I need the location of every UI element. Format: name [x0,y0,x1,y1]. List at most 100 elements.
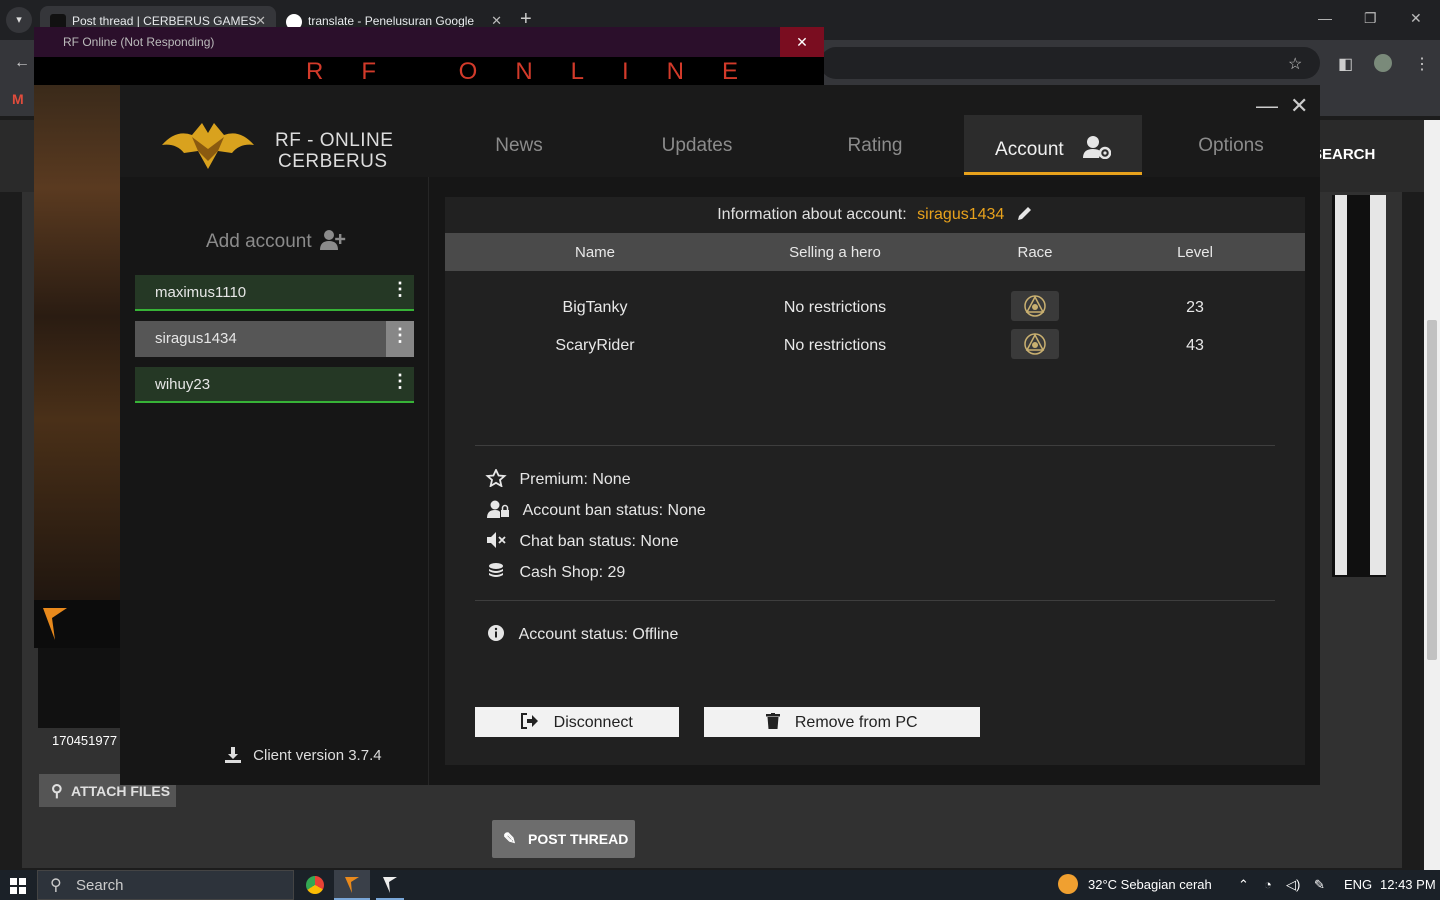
account-name: wihuy23 [155,376,211,393]
account-item-wihuy23[interactable]: wihuy23 ⋮ [135,367,414,403]
user-lock-icon [487,500,509,518]
account-menu-dots-icon[interactable]: ⋮ [386,275,414,309]
pen-icon[interactable]: ✎ [1314,877,1325,893]
chat-ban-text: Chat ban status: None [519,533,679,550]
tab-updates[interactable]: Updates [608,115,786,175]
tab-title: translate - Penelusuran Google [308,14,475,28]
edit-icon: ✎ [503,831,517,848]
disconnect-button[interactable]: Disconnect [475,707,679,737]
page-scrollbar[interactable] [1424,120,1440,870]
post-thread-button[interactable]: ✎ POST THREAD [492,820,635,858]
omnibox[interactable] [820,47,1320,79]
hero-selling: No restrictions [783,299,887,316]
account-ban-status: Account ban status: None [485,500,706,520]
account-menu-dots-icon[interactable]: ⋮ [386,321,414,357]
remove-from-pc-button[interactable]: Remove from PC [704,707,980,737]
hero-level: 23 [1186,299,1204,316]
bookmark-star-icon[interactable]: ☆ [1288,54,1302,74]
tab-options[interactable]: Options [1142,115,1320,175]
editor-scrollbar[interactable] [1332,195,1386,577]
client-version-label: Client version 3.7.4 [253,747,382,764]
cerberus-logo-icon [162,123,254,169]
side-panel-icon[interactable]: ◧ [1338,54,1353,74]
attachment-caption: 170451977 [52,733,118,748]
site-search-link[interactable]: SEARCH [1312,146,1375,163]
divider [475,445,1275,446]
post-thread-label: POST THREAD [528,831,629,847]
add-user-icon[interactable] [320,229,346,251]
account-name: maximus1110 [155,284,247,301]
clock[interactable]: 12:43 PM [1380,877,1436,892]
minimize-icon[interactable]: — [1318,10,1332,26]
attach-files-label: ATTACH FILES [71,783,171,799]
race-emblem-icon [1011,291,1059,321]
tab-account[interactable]: Account [964,115,1142,175]
game-logo-text: RF ONLINE [306,58,777,85]
launcher-window: — ✕ RF - ONLINE CERBERUS News Updates Ra… [120,85,1320,785]
network-icon[interactable]: ◔ [1264,877,1272,892]
account-info-panel: Information about account: siragus1434 N… [445,197,1305,765]
mute-icon [487,532,506,548]
account-item-siragus1434[interactable]: siragus1434 ⋮ [135,321,414,357]
windows-start-icon[interactable] [10,878,26,899]
tray-chevron-icon[interactable]: ⌃ [1238,877,1249,893]
tab-news[interactable]: News [430,115,608,175]
race-emblem-icon [1011,329,1059,359]
column-selling-hero: Selling a hero [789,244,881,261]
account-status: Account status: Offline [485,624,678,644]
column-level: Level [1177,244,1213,261]
volume-icon[interactable]: ◁) [1286,877,1300,893]
kebab-menu-icon[interactable]: ⋮ [1414,54,1430,74]
weather-text[interactable]: 32°C Sebagian cerah [1088,877,1212,892]
column-race: Race [1017,244,1053,261]
chrome-taskbar-icon[interactable] [306,876,324,894]
user-settings-icon [1082,136,1111,159]
close-window-icon[interactable]: ✕ [1410,10,1422,27]
tab-rating[interactable]: Rating [786,115,964,175]
tab-search-chevron-icon[interactable]: ▾ [6,7,32,33]
download-icon [225,747,241,763]
trash-icon [766,713,781,729]
premium-status: Premium: None [485,469,631,489]
brand-line2: CERBERUS [278,151,388,172]
sign-out-icon [521,713,539,729]
taskbar-search-label: Search [76,877,124,894]
cash-shop-text: Cash Shop: 29 [519,564,626,581]
column-name: Name [574,244,615,261]
star-icon [485,469,507,487]
pencil-edit-icon[interactable] [1017,205,1033,221]
restore-icon[interactable]: ❐ [1364,10,1377,27]
game-window-titlebar: RF Online (Not Responding) [34,27,824,57]
account-info-name: siragus1434 [917,206,1005,223]
rf-launcher-taskbar-button[interactable] [334,870,370,900]
language-indicator[interactable]: ENG [1344,877,1372,892]
hero-name: BigTanky [562,299,628,316]
account-sidebar: Add account maximus1110 ⋮ siragus1434 ⋮ … [120,177,429,785]
account-item-maximus1110[interactable]: maximus1110 ⋮ [135,275,414,311]
hero-level: 43 [1186,337,1204,354]
add-account-button[interactable]: Add account [206,231,312,253]
coins-icon [489,563,503,577]
tab-title: Post thread | CERBERUS GAMES [72,14,257,28]
search-icon: ⚲ [50,877,62,894]
cash-shop-balance: Cash Shop: 29 [485,562,625,582]
profile-avatar[interactable] [1374,54,1392,72]
game-artwork [34,85,120,600]
rf-online-taskbar-button[interactable] [376,870,404,900]
game-banner [34,600,120,648]
hero-selling: No restrictions [783,337,887,354]
weather-icon[interactable] [1058,874,1078,894]
tab-account-label: Account [995,139,1064,160]
attachment-thumbnail[interactable] [38,648,120,728]
account-menu-dots-icon[interactable]: ⋮ [386,367,414,401]
brand-line1: RF - ONLINE [275,130,394,151]
account-info-header: Information about account: siragus1434 [445,205,1305,224]
back-arrow-icon[interactable]: ← [14,54,30,72]
divider [475,600,1275,601]
game-window-close-button[interactable]: ✕ [780,27,824,57]
gmail-icon[interactable]: M [12,91,24,107]
client-version[interactable]: Client version 3.7.4 [225,747,382,764]
taskbar-search[interactable]: ⚲ Search [37,870,294,900]
account-ban-text: Account ban status: None [522,502,706,519]
info-icon [488,625,504,641]
